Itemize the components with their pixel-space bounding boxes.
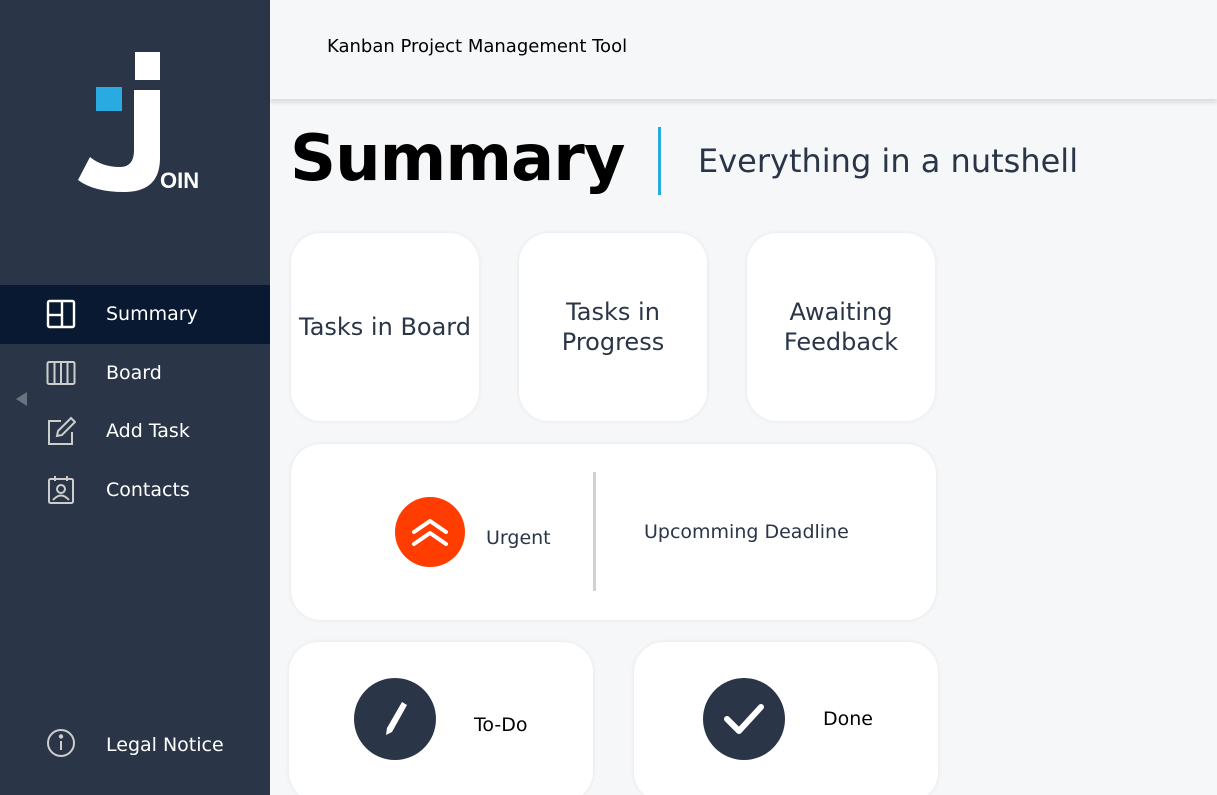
done-card[interactable]: Done — [634, 642, 938, 795]
header-title: Kanban Project Management Tool — [327, 36, 628, 57]
checkmark-icon — [703, 678, 785, 760]
sidebar: OIN Summary Board Add Task Contacts Lega… — [0, 0, 270, 795]
awaiting-feedback-label-2: Feedback — [783, 328, 899, 356]
legal-notice-link[interactable]: Legal Notice — [0, 716, 270, 774]
legal-notice-label: Legal Notice — [106, 734, 224, 756]
urgent-card[interactable]: Urgent Upcomming Deadline — [291, 444, 936, 620]
awaiting-feedback-label: Awaiting — [789, 298, 893, 326]
page-title: Summary — [290, 122, 625, 196]
todo-label: To-Do — [474, 714, 528, 736]
urgent-label: Urgent — [486, 527, 551, 549]
awaiting-feedback-card[interactable]: Awaiting Feedback — [747, 233, 935, 421]
sidebar-item-label: Summary — [106, 303, 198, 326]
summary-icon — [46, 299, 76, 329]
sidebar-item-add-task[interactable]: Add Task — [0, 402, 270, 461]
contacts-icon — [46, 475, 76, 505]
tasks-in-board-card[interactable]: Tasks in Board — [291, 233, 479, 421]
sidebar-item-summary[interactable]: Summary — [0, 285, 270, 344]
tasks-in-board-label: Tasks in Board — [299, 313, 471, 341]
sidebar-item-board[interactable]: Board — [0, 344, 270, 403]
sidebar-item-label: Board — [106, 361, 162, 384]
sidebar-item-label: Contacts — [106, 478, 190, 501]
sidebar-item-contacts[interactable]: Contacts — [0, 461, 270, 520]
title-divider — [658, 127, 661, 195]
info-icon — [46, 728, 76, 762]
board-icon — [46, 358, 76, 388]
done-label: Done — [823, 708, 873, 730]
tasks-in-progress-label: Tasks in — [566, 298, 660, 326]
tasks-in-progress-card[interactable]: Tasks in Progress — [519, 233, 707, 421]
pencil-icon — [354, 678, 436, 760]
page-subtitle: Everything in a nutshell — [698, 142, 1079, 180]
urgent-divider — [593, 472, 596, 591]
top-header: Kanban Project Management Tool — [270, 0, 1217, 99]
upcoming-deadline-label: Upcomming Deadline — [644, 521, 849, 543]
tasks-in-progress-label-2: Progress — [561, 328, 665, 356]
sidebar-item-label: Add Task — [106, 420, 190, 443]
urgent-priority-icon — [395, 497, 465, 567]
todo-card[interactable]: To-Do — [289, 642, 593, 795]
add-task-icon — [46, 416, 76, 446]
sidebar-nav: Summary Board Add Task Contacts — [0, 285, 270, 519]
logo-text: OIN — [160, 168, 200, 193]
